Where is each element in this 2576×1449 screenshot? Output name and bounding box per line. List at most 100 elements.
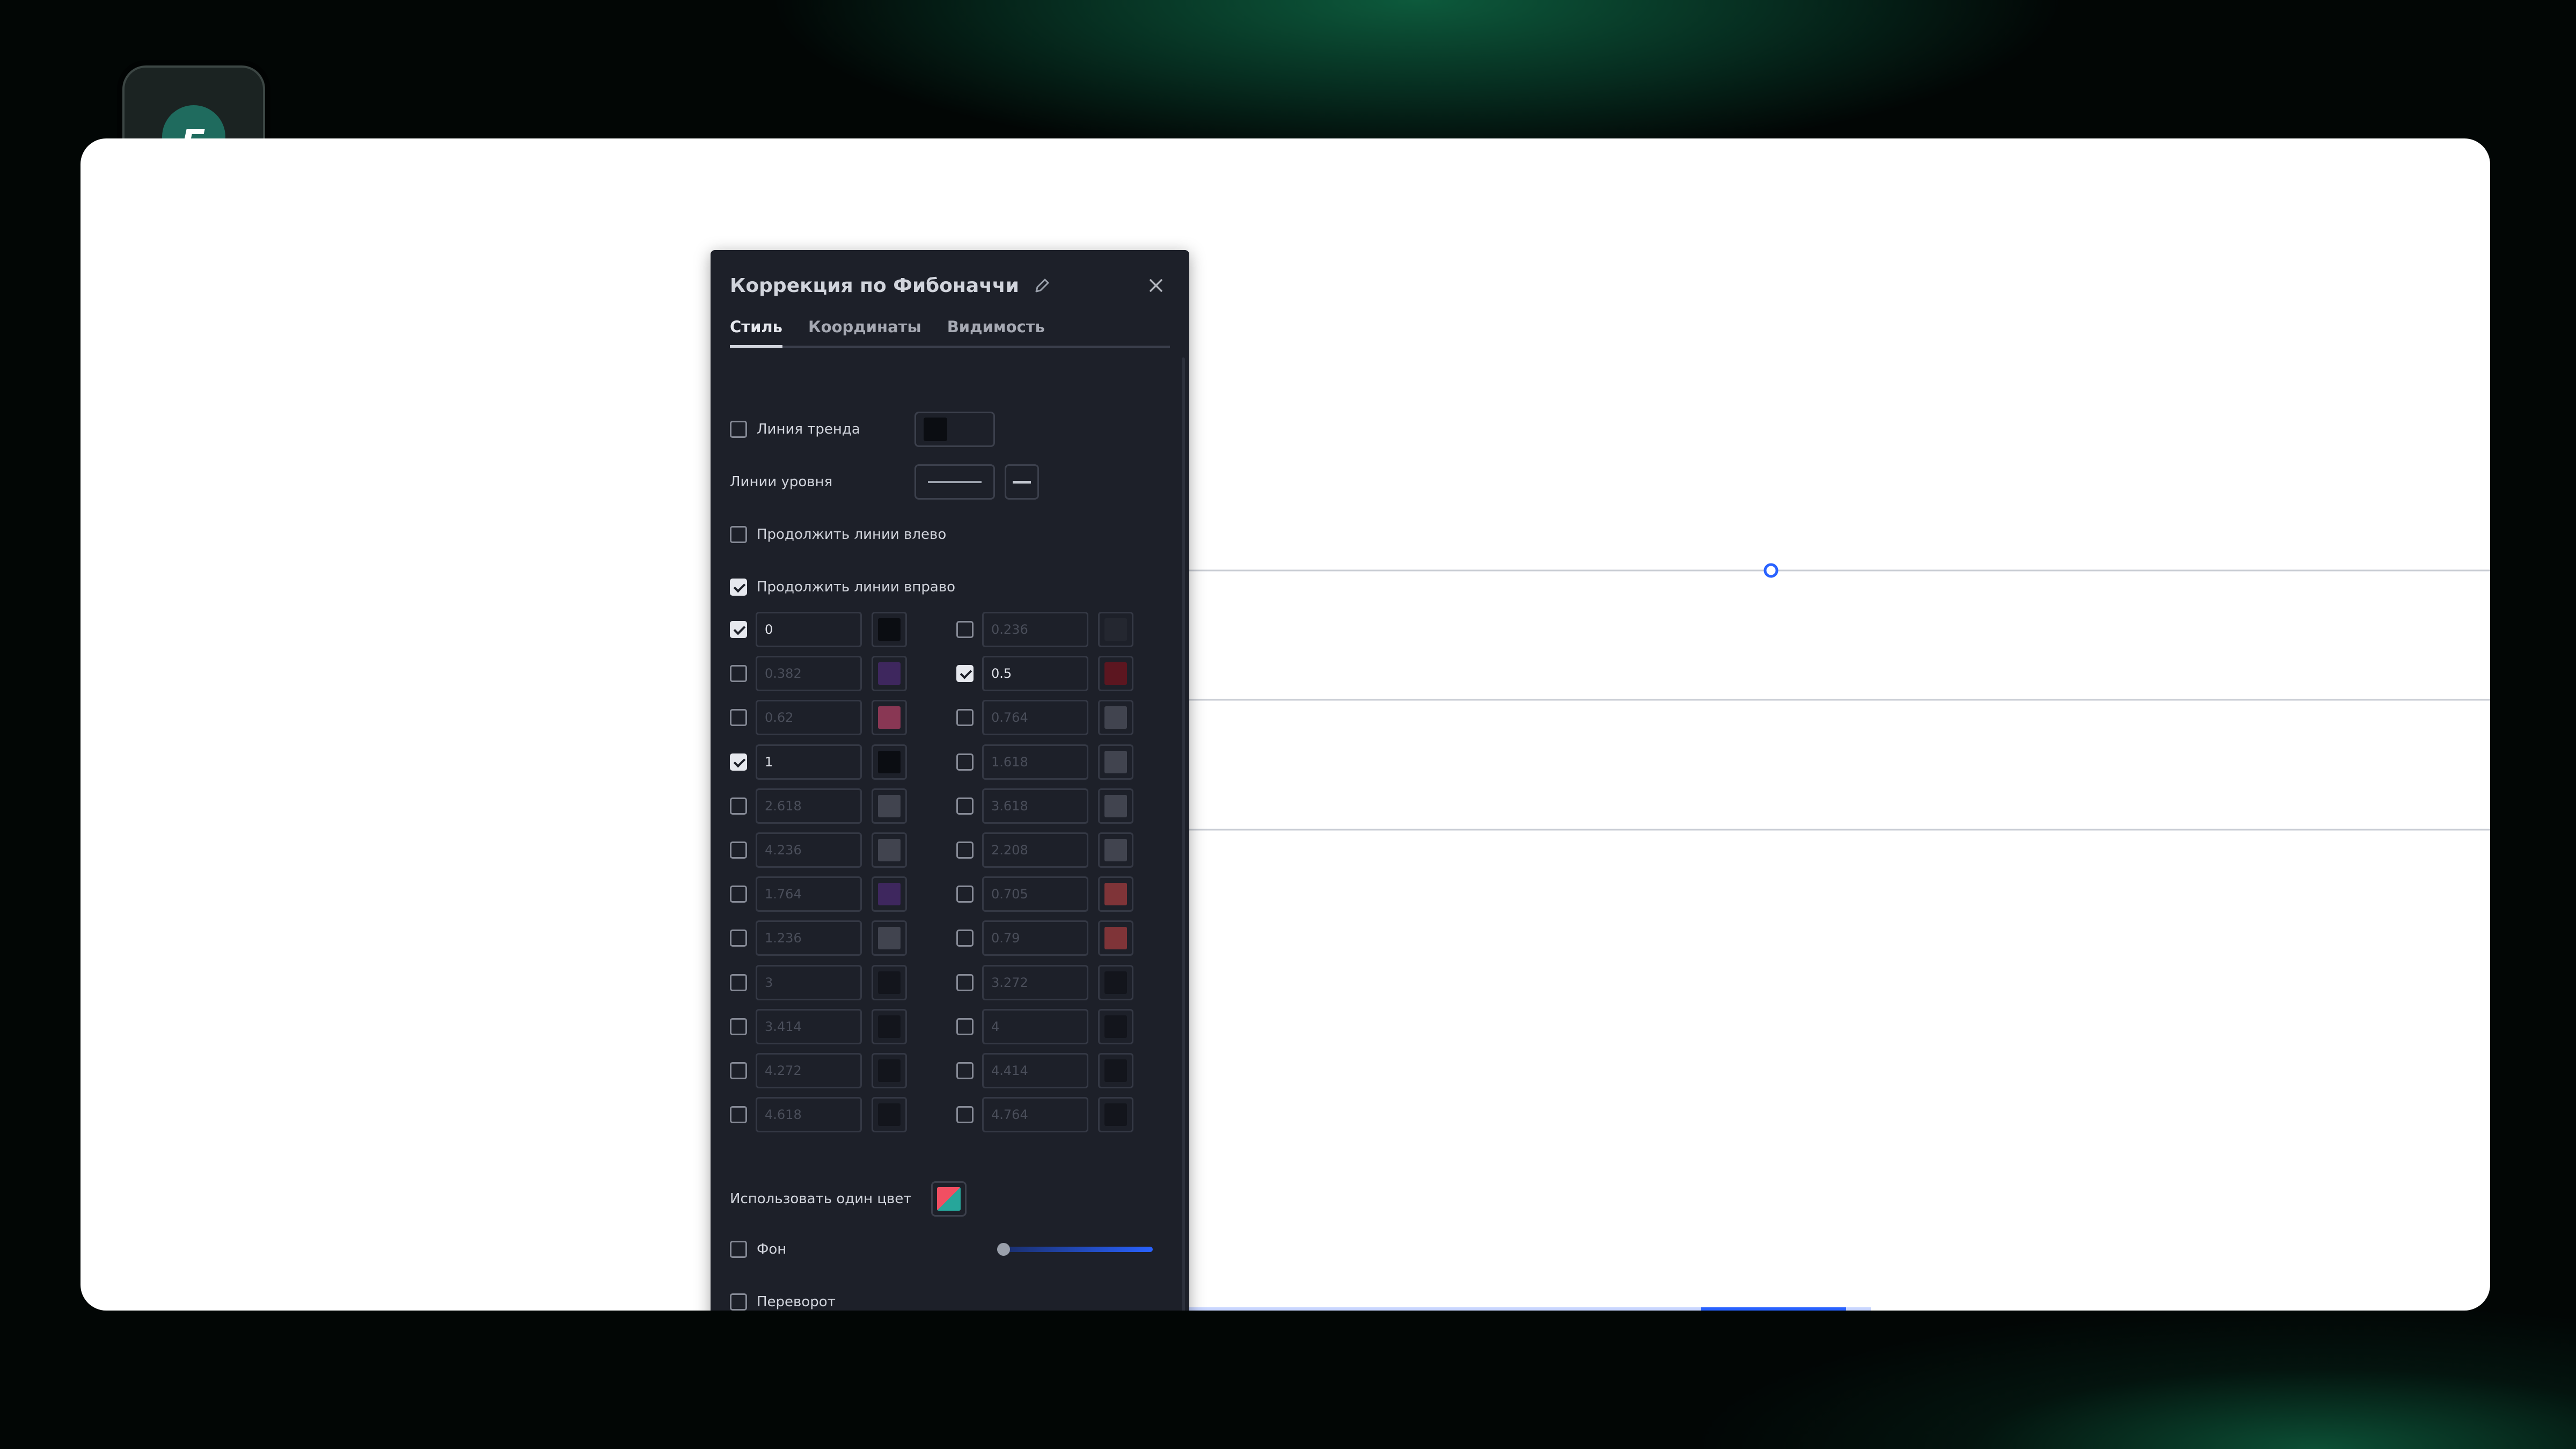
pencil-icon[interactable] (1033, 276, 1051, 295)
fib-level-color-swatch (878, 839, 901, 861)
anchor-point-handle[interactable] (1763, 563, 1779, 578)
fib-level-value-input[interactable]: 0.705 (982, 876, 1088, 912)
fib-level-color-button[interactable] (1098, 700, 1133, 736)
tab-visibility[interactable]: Видимость (947, 318, 1045, 346)
fib-level-color-button[interactable] (1098, 876, 1133, 912)
fib-level-checkbox[interactable] (956, 1062, 974, 1079)
fib-level-color-button[interactable] (872, 920, 907, 956)
tab-style[interactable]: Стиль (730, 318, 782, 348)
trend-line-label: Линия тренда (757, 421, 860, 437)
chart-canvas[interactable]: Коррекция по Фибоначчи Стиль Координаты … (80, 138, 2490, 1311)
fib-level-value-input[interactable]: 0.62 (756, 700, 862, 736)
fib-level-color-button[interactable] (872, 876, 907, 912)
fib-level-color-button[interactable] (872, 656, 907, 692)
fib-level-value-input[interactable]: 3.272 (982, 964, 1088, 1000)
close-icon[interactable] (1145, 275, 1167, 296)
fib-level-checkbox[interactable] (956, 1018, 974, 1035)
fib-level-value-input[interactable]: 4.236 (756, 832, 862, 868)
fib-level-value-input[interactable]: 0.382 (756, 656, 862, 692)
fib-level-color-swatch (1104, 794, 1127, 817)
line-style-button[interactable] (914, 464, 995, 500)
fib-level-row: 0.705 (956, 875, 1133, 913)
fib-level-checkbox[interactable] (730, 665, 747, 683)
fib-level-value-input[interactable]: 1.236 (756, 920, 862, 956)
one-color-button[interactable] (931, 1181, 967, 1217)
use-one-color-row: Использовать один цвет (730, 1181, 967, 1217)
fib-level-color-button[interactable] (872, 964, 907, 1000)
fib-level-color-button[interactable] (1098, 612, 1133, 647)
fib-level-value-input[interactable]: 4.414 (982, 1053, 1088, 1088)
fib-level-color-button[interactable] (872, 788, 907, 824)
fib-level-color-button[interactable] (872, 832, 907, 868)
fib-level-value-input[interactable]: 4.272 (756, 1053, 862, 1088)
fib-level-checkbox[interactable] (730, 974, 747, 991)
fib-level-color-button[interactable] (872, 1053, 907, 1088)
fib-level-checkbox[interactable] (956, 841, 974, 859)
fib-level-checkbox[interactable] (730, 1062, 747, 1079)
background-opacity-slider[interactable] (997, 1241, 1153, 1257)
fib-level-value-input[interactable]: 0 (756, 612, 862, 647)
fib-level-value-input[interactable]: 4.618 (756, 1097, 862, 1133)
fib-level-checkbox[interactable] (956, 930, 974, 947)
fib-level-color-button[interactable] (1098, 920, 1133, 956)
reverse-row: Переворот (730, 1286, 836, 1311)
fib-level-checkbox[interactable] (956, 974, 974, 991)
fib-level-value-input[interactable]: 0.5 (982, 656, 1088, 692)
fib-level-checkbox[interactable] (730, 621, 747, 638)
fib-level-color-button[interactable] (872, 744, 907, 780)
dialog-scrollbar[interactable] (1182, 357, 1185, 1311)
fib-level-value-input[interactable]: 0.236 (982, 612, 1088, 647)
fib-level-value-input[interactable]: 3.414 (756, 1008, 862, 1044)
fib-level-checkbox[interactable] (730, 709, 747, 727)
line-style-preview (928, 481, 982, 483)
fib-level-checkbox[interactable] (956, 1106, 974, 1124)
fib-level-color-button[interactable] (872, 612, 907, 647)
fib-level-color-button[interactable] (1098, 1097, 1133, 1133)
trend-line-color-button[interactable] (914, 412, 995, 447)
line-width-button[interactable] (1005, 464, 1039, 500)
fib-level-checkbox[interactable] (956, 885, 974, 903)
extend-left-checkbox[interactable] (730, 526, 747, 543)
trend-line-checkbox[interactable] (730, 421, 747, 438)
fib-level-checkbox[interactable] (730, 930, 747, 947)
fib-level-value-input[interactable]: 0.79 (982, 920, 1088, 956)
fib-level-checkbox[interactable] (730, 841, 747, 859)
fib-level-value-input[interactable]: 2.208 (982, 832, 1088, 868)
fib-level-checkbox[interactable] (730, 753, 747, 771)
fib-level-checkbox[interactable] (956, 665, 974, 683)
fib-level-color-button[interactable] (872, 700, 907, 736)
fib-level-checkbox[interactable] (956, 621, 974, 638)
fib-level-color-button[interactable] (872, 1097, 907, 1133)
fib-level-value-input[interactable]: 1.618 (982, 744, 1088, 780)
fib-level-value-input[interactable]: 3.618 (982, 788, 1088, 824)
extend-right-checkbox[interactable] (730, 579, 747, 596)
fib-level-color-button[interactable] (1098, 832, 1133, 868)
fib-level-color-button[interactable] (1098, 1008, 1133, 1044)
fib-level-color-button[interactable] (1098, 964, 1133, 1000)
fib-level-value-input[interactable]: 4.764 (982, 1097, 1088, 1133)
fib-level-checkbox[interactable] (730, 797, 747, 815)
fib-level-value-input[interactable]: 1.764 (756, 876, 862, 912)
fib-level-color-swatch (878, 618, 901, 641)
fib-level-value-input[interactable]: 3 (756, 964, 862, 1000)
fib-level-value-input[interactable]: 4 (982, 1008, 1088, 1044)
fib-level-checkbox[interactable] (956, 797, 974, 815)
fib-level-checkbox[interactable] (956, 709, 974, 727)
reverse-checkbox[interactable] (730, 1293, 747, 1311)
fib-level-color-swatch (1104, 971, 1127, 994)
fib-level-color-button[interactable] (872, 1008, 907, 1044)
background-checkbox[interactable] (730, 1241, 747, 1258)
fib-level-color-button[interactable] (1098, 744, 1133, 780)
fib-level-value-input[interactable]: 2.618 (756, 788, 862, 824)
fib-level-checkbox[interactable] (730, 1018, 747, 1035)
fib-level-checkbox[interactable] (730, 1106, 747, 1124)
fib-level-color-button[interactable] (1098, 788, 1133, 824)
slider-thumb[interactable] (997, 1243, 1010, 1256)
fib-level-value-input[interactable]: 1 (756, 744, 862, 780)
fib-level-color-button[interactable] (1098, 1053, 1133, 1088)
tab-coordinates[interactable]: Координаты (808, 318, 921, 346)
fib-level-value-input[interactable]: 0.764 (982, 700, 1088, 736)
fib-level-checkbox[interactable] (956, 753, 974, 771)
fib-level-color-button[interactable] (1098, 656, 1133, 692)
fib-level-checkbox[interactable] (730, 885, 747, 903)
